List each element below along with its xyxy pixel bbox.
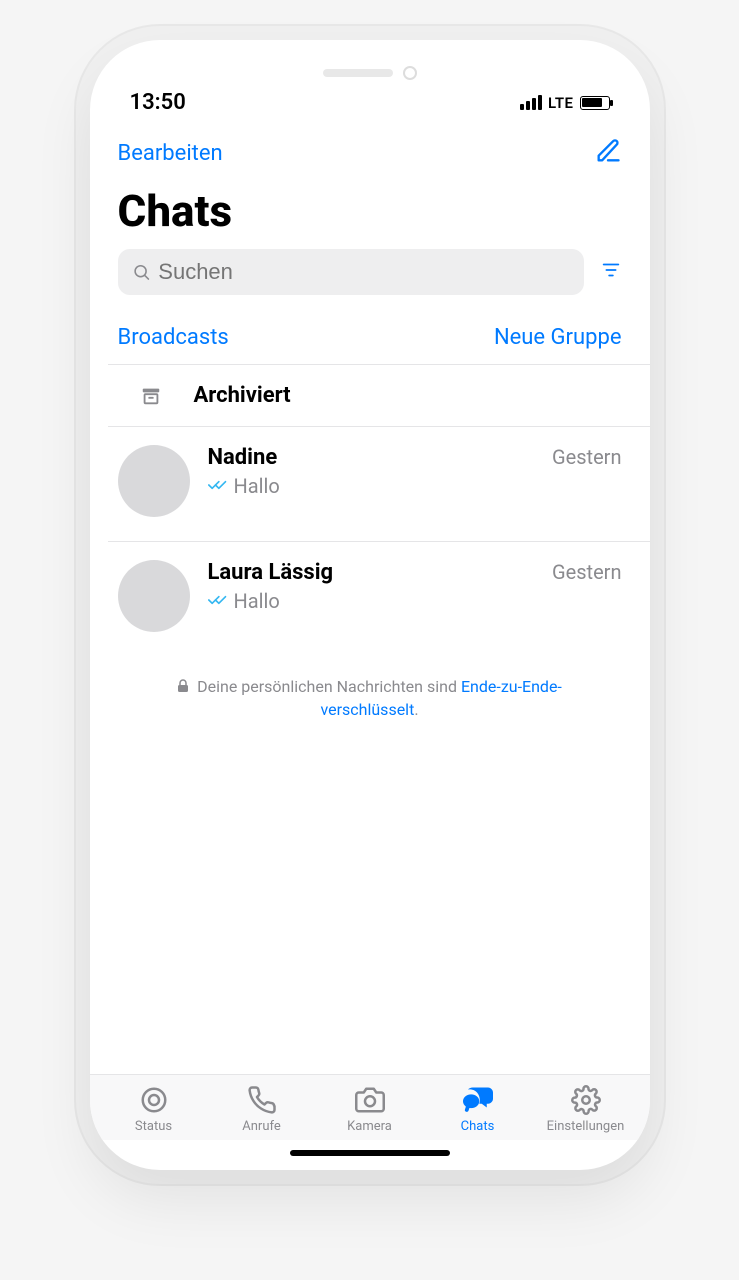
- avatar: [118, 445, 190, 517]
- read-receipt-icon: [208, 477, 228, 496]
- page-title: Chats: [90, 177, 650, 249]
- lock-icon: [177, 677, 189, 699]
- status-icon: [137, 1085, 171, 1115]
- edit-button[interactable]: Bearbeiten: [118, 141, 223, 166]
- avatar: [118, 560, 190, 632]
- tab-camera[interactable]: Kamera: [316, 1085, 424, 1134]
- broadcasts-link[interactable]: Broadcasts: [118, 325, 229, 350]
- chat-row[interactable]: Laura Lässig Gestern Hallo: [90, 542, 650, 656]
- battery-icon: [580, 96, 610, 110]
- home-indicator[interactable]: [290, 1150, 450, 1156]
- chat-name: Laura Lässig: [208, 560, 334, 585]
- header-row: Bearbeiten: [90, 125, 650, 177]
- search-field[interactable]: [118, 249, 584, 295]
- notch: [323, 66, 417, 80]
- phone-icon: [245, 1085, 279, 1115]
- status-bar: 13:50 LTE: [90, 40, 650, 125]
- chat-name: Nadine: [208, 445, 278, 470]
- tab-settings[interactable]: Einstellungen: [532, 1085, 640, 1134]
- subnav-row: Broadcasts Neue Gruppe: [90, 307, 650, 364]
- tab-calls[interactable]: Anrufe: [208, 1085, 316, 1134]
- read-receipt-icon: [208, 592, 228, 611]
- network-type: LTE: [548, 94, 574, 112]
- tab-label: Kamera: [347, 1119, 392, 1134]
- encryption-text-suffix: .: [414, 700, 418, 719]
- tab-label: Anrufe: [242, 1119, 281, 1134]
- chat-message: Hallo: [234, 474, 280, 498]
- compose-button[interactable]: [594, 137, 622, 169]
- signal-bars-icon: [520, 95, 542, 110]
- archive-icon: [140, 385, 162, 407]
- tab-chats[interactable]: Chats: [424, 1085, 532, 1134]
- archived-label: Archiviert: [194, 383, 291, 408]
- chats-icon: [461, 1085, 495, 1115]
- front-camera: [403, 66, 417, 80]
- chat-row[interactable]: Nadine Gestern Hallo: [90, 427, 650, 541]
- new-group-link[interactable]: Neue Gruppe: [494, 325, 622, 350]
- chat-time: Gestern: [552, 445, 622, 469]
- tab-label: Chats: [461, 1119, 495, 1134]
- gear-icon: [569, 1085, 603, 1115]
- phone-frame: 13:50 LTE Bearbeiten Chats: [90, 40, 650, 1170]
- encryption-text-prefix: Deine persönlichen Nachrichten sind: [197, 677, 461, 696]
- search-input[interactable]: [158, 259, 569, 285]
- compose-icon: [594, 137, 622, 165]
- search-icon: [132, 262, 151, 282]
- speaker-grille: [323, 69, 393, 77]
- status-time: 13:50: [130, 90, 186, 115]
- filter-icon: [600, 259, 622, 281]
- filter-button[interactable]: [600, 259, 622, 285]
- chat-message: Hallo: [234, 589, 280, 613]
- tab-status[interactable]: Status: [100, 1085, 208, 1134]
- camera-icon: [353, 1085, 387, 1115]
- tab-label: Status: [135, 1119, 172, 1134]
- tab-label: Einstellungen: [547, 1119, 625, 1134]
- encryption-notice: Deine persönlichen Nachrichten sind Ende…: [90, 656, 650, 741]
- chat-time: Gestern: [552, 560, 622, 584]
- archived-row[interactable]: Archiviert: [90, 365, 650, 426]
- tab-bar: Status Anrufe Kamera Chats Einstellungen: [90, 1074, 650, 1140]
